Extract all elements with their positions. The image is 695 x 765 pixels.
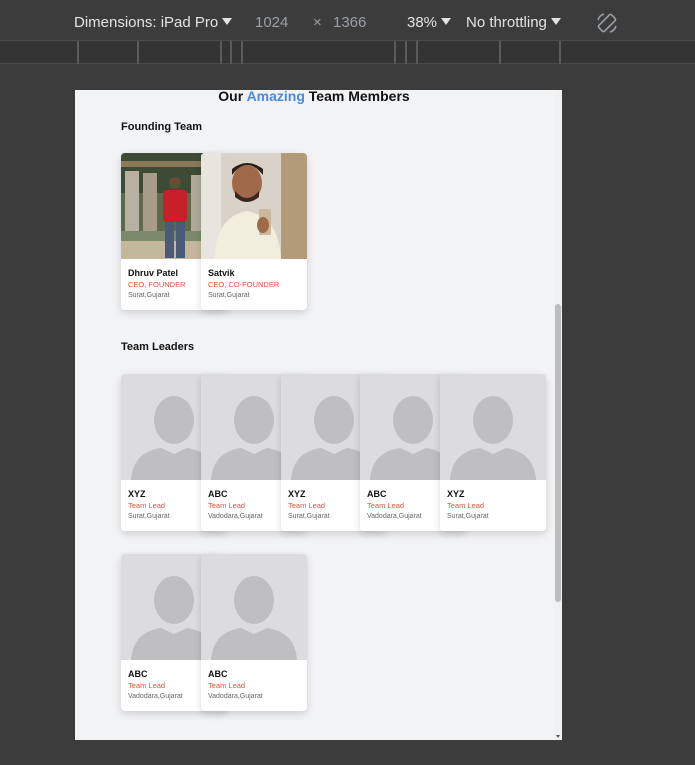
devtools-device-toolbar: Dimensions: iPad Pro 1024 × 1366 38% No … [0,0,695,40]
member-name: ABC [208,669,228,679]
placeholder-avatar-icon [440,374,546,480]
member-location: Vadodara,Gujarat [208,693,263,700]
team-card-leader[interactable]: ABC Team Lead Vadodara,Gujarat [201,554,307,711]
ruler-tick[interactable] [220,41,222,64]
width-input[interactable]: 1024 [255,13,288,33]
ruler-tick[interactable] [137,41,139,64]
ruler-tick[interactable] [77,41,79,64]
rotate-button[interactable] [595,11,619,41]
member-role: Team Lead [447,501,485,510]
device-dimensions-dropdown[interactable]: Dimensions: iPad Pro [74,13,233,33]
zoom-dropdown[interactable]: 38% [407,13,452,33]
team-card-leader[interactable]: XYZ Team Lead Surat,Gujarat [440,374,546,531]
height-input[interactable]: 1366 [333,13,366,33]
team-card-satvik[interactable]: Satvik CEO, CO-FOUNDER Surat,Gujarat [201,153,307,310]
times-icon: × [313,14,322,31]
member-role: Team Lead [208,681,246,690]
founding-team-heading: Founding Team [121,121,203,133]
ruler-tick[interactable] [405,41,407,64]
member-photo [201,153,307,259]
zoom-label: 38% [407,14,438,31]
rotate-icon [597,13,617,33]
scrollbar-thumb[interactable] [555,304,561,602]
scroll-down-icon[interactable] [556,735,560,738]
chevron-down-icon [222,18,233,25]
chevron-down-icon [550,18,561,25]
member-name: Satvik [208,268,235,278]
title-accent: Amazing [246,90,305,104]
throttling-label: No throttling [466,14,547,31]
page-title: Our Amazing Team Members [75,90,553,104]
title-suffix: Team Members [308,90,410,104]
device-viewport: Our Amazing Team Members Founding Team D… [75,90,562,740]
ruler-tick[interactable] [416,41,418,64]
chevron-down-icon [441,18,452,25]
title-prefix: Our [218,90,244,104]
member-role: CEO, CO-FOUNDER [208,280,280,289]
scrollbar[interactable] [554,90,562,740]
media-query-bar [0,40,695,64]
placeholder-avatar-icon [201,554,307,660]
ruler-tick[interactable] [394,41,396,64]
member-location: Surat,Gujarat [447,513,489,520]
member-name: XYZ [447,489,465,499]
ruler-tick[interactable] [559,41,561,64]
ruler-tick[interactable] [241,41,243,64]
ruler-tick[interactable] [499,41,501,64]
device-label: Dimensions: iPad Pro [74,14,219,31]
team-leaders-heading: Team Leaders [121,341,195,353]
member-location: Surat,Gujarat [208,292,250,299]
member-photo [201,554,307,660]
throttling-dropdown[interactable]: No throttling [466,13,561,33]
ruler-tick[interactable] [230,41,232,64]
member-photo [440,374,546,480]
